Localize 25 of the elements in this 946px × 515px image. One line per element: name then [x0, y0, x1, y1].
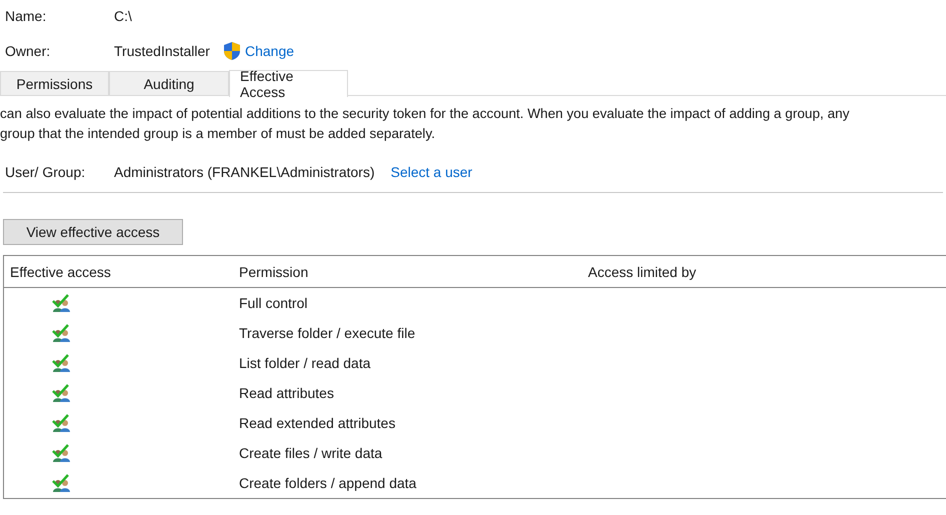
column-header: Access limited by	[588, 264, 696, 280]
permission-cell-text: Full control	[238, 295, 308, 311]
user-group-value: Administrators (FRANKEL\Administrators)	[114, 164, 375, 180]
shield-icon	[222, 41, 241, 61]
change-link[interactable]: Change	[244, 43, 294, 59]
tab[interactable]: Auditing	[109, 71, 229, 95]
column-header: Effective access	[9, 264, 112, 280]
permission-cell-text: Read attributes	[238, 385, 335, 401]
tab[interactable]: Effective Access	[229, 70, 348, 97]
name-value: C:\	[114, 8, 132, 24]
view-effective-access-button[interactable]: View effective access	[3, 219, 183, 245]
owner-value: TrustedInstaller	[114, 43, 210, 59]
permission-cell-text: Traverse folder / execute file	[238, 325, 416, 341]
select-user-link[interactable]: Select a user	[390, 164, 472, 180]
description-text: can also evaluate the impact of potential additions to the security token for the account. When you evaluate the impact of adding a group, any	[0, 105, 850, 123]
description-text: group that the intended group is a member of must be added separately.	[0, 125, 436, 143]
permission-cell-text: Read extended attributes	[238, 415, 396, 431]
owner-label: Owner:	[5, 43, 52, 59]
tab[interactable]: Permissions	[0, 71, 109, 95]
permission-cell-text: List folder / read data	[238, 355, 372, 371]
permission-cell-text: Create folders / append data	[238, 475, 418, 491]
user-group-label: User/ Group:	[5, 164, 86, 180]
name-label: Name:	[5, 8, 48, 24]
column-header: Permission	[238, 264, 310, 280]
permission-cell-text: Create files / write data	[238, 445, 384, 461]
